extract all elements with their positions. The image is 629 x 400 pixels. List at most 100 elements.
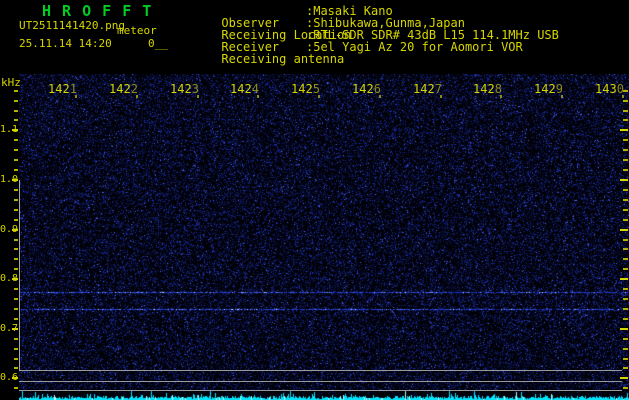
freq-axis-tick	[623, 358, 628, 360]
freq-axis-tick	[623, 268, 628, 270]
time-axis-tick	[197, 95, 199, 98]
time-axis-label-text: 2	[130, 82, 138, 96]
freq-axis-tick	[14, 110, 18, 112]
freq-axis-tick	[623, 209, 628, 211]
freq-axis-tick	[14, 199, 18, 201]
freq-axis-tick	[623, 348, 628, 350]
time-axis-label-text: 142	[413, 82, 435, 96]
hrofft-screen: H R O F F T UT2511141420.png meteor 25.1…	[0, 0, 629, 400]
filename-label: UT2511141420.png	[19, 19, 125, 32]
time-axis-label-text: 4	[251, 82, 259, 96]
freq-axis-tick	[623, 258, 628, 260]
freq-axis-tick	[14, 248, 18, 250]
freq-axis-tick	[14, 268, 18, 270]
freq-axis-tick	[620, 377, 628, 379]
time-axis-label: 1425	[291, 82, 320, 96]
time-axis-label-text: 142	[48, 82, 70, 96]
time-axis-tick	[75, 95, 77, 98]
datetime-label: 25.11.14 14:20	[19, 37, 112, 50]
time-axis-label-text: 7	[434, 82, 442, 96]
freq-axis-tick	[623, 367, 628, 369]
freq-axis-tick	[623, 119, 628, 121]
freq-axis-tick	[623, 90, 628, 92]
freq-axis-tick	[14, 387, 18, 389]
time-axis-label-text: 6	[373, 82, 381, 96]
freq-axis-tick	[14, 348, 18, 350]
freq-axis-tick	[620, 328, 628, 330]
time-axis-tick	[500, 95, 502, 98]
freq-axis-tick	[620, 179, 628, 181]
time-axis-label-text: 143	[595, 82, 617, 96]
freq-axis-tick	[623, 189, 628, 191]
time-axis-tick	[440, 95, 442, 98]
freq-axis-label: 0.9	[0, 224, 19, 235]
time-axis-tick	[622, 95, 624, 98]
freq-axis-tick	[620, 129, 628, 131]
echo-counter-label: 0__	[148, 37, 168, 50]
freq-axis-tick	[14, 258, 18, 260]
time-axis-label: 1429	[534, 82, 563, 96]
freq-axis-tick	[623, 298, 628, 300]
comment-label: meteor	[117, 24, 157, 37]
time-axis-label: 1426	[352, 82, 381, 96]
time-axis-label-text: 142	[534, 82, 556, 96]
freq-axis-tick	[14, 159, 18, 161]
time-axis-tick	[379, 95, 381, 98]
time-axis-label-text: 8	[494, 82, 502, 96]
time-axis-label-text: 142	[170, 82, 192, 96]
time-axis-label: 1428	[473, 82, 502, 96]
freq-axis-tick	[14, 239, 18, 241]
time-axis-label-text: 142	[473, 82, 495, 96]
time-axis-label: 1423	[170, 82, 199, 96]
time-axis-label: 1421	[48, 82, 77, 96]
freq-axis-tick	[623, 387, 628, 389]
freq-axis-tick	[14, 338, 18, 340]
spectrogram-canvas	[19, 74, 629, 400]
freq-axis-tick	[623, 199, 628, 201]
freq-unit-label: kHz	[1, 76, 21, 89]
freq-axis-tick	[14, 219, 18, 221]
freq-axis-tick	[14, 209, 18, 211]
time-axis-label: 1430	[595, 82, 624, 96]
freq-axis-label: 0.8	[0, 273, 19, 284]
field-value: :5el Yagi Az 20 for Aomori VOR	[306, 40, 523, 54]
freq-axis-tick	[14, 139, 18, 141]
freq-axis-line	[19, 180, 20, 370]
time-axis-label-text: 142	[109, 82, 131, 96]
freq-axis-tick	[14, 308, 18, 310]
freq-axis-tick	[14, 358, 18, 360]
freq-axis-tick	[14, 298, 18, 300]
freq-axis-tick	[623, 288, 628, 290]
metadata-row: Receiving antenna :5el Yagi Az 20 for Ao…	[178, 41, 522, 65]
freq-axis-tick	[623, 318, 628, 320]
freq-axis-tick	[623, 219, 628, 221]
freq-axis-tick	[14, 119, 18, 121]
freq-axis-tick	[14, 149, 18, 151]
freq-axis-label: 1.0	[0, 174, 19, 185]
freq-axis-tick	[14, 90, 18, 92]
freq-axis-tick	[623, 100, 628, 102]
time-axis-label-text: 142	[291, 82, 313, 96]
freq-axis-label: 0.7	[0, 323, 19, 334]
freq-axis-tick	[623, 239, 628, 241]
freq-axis-tick	[14, 189, 18, 191]
level-graph-separator-line	[19, 390, 622, 391]
time-axis-tick	[136, 95, 138, 98]
freq-axis-tick	[623, 139, 628, 141]
time-axis-tick	[318, 95, 320, 98]
time-axis-label: 1427	[413, 82, 442, 96]
time-axis-tick	[561, 95, 563, 98]
freq-axis-tick	[623, 159, 628, 161]
freq-axis-tick	[623, 110, 628, 112]
time-axis-label-text: 9	[555, 82, 563, 96]
freq-axis-tick	[623, 149, 628, 151]
level-graph-separator-line	[19, 370, 622, 371]
time-axis-label-text: 142	[230, 82, 252, 96]
time-axis-label-text: 0	[616, 82, 624, 96]
freq-axis-tick	[623, 308, 628, 310]
time-axis-label: 1424	[230, 82, 259, 96]
freq-axis-label: 1.1	[0, 124, 19, 135]
freq-axis-tick	[623, 338, 628, 340]
freq-axis-tick	[623, 248, 628, 250]
freq-axis-label: 0.6	[0, 372, 19, 383]
